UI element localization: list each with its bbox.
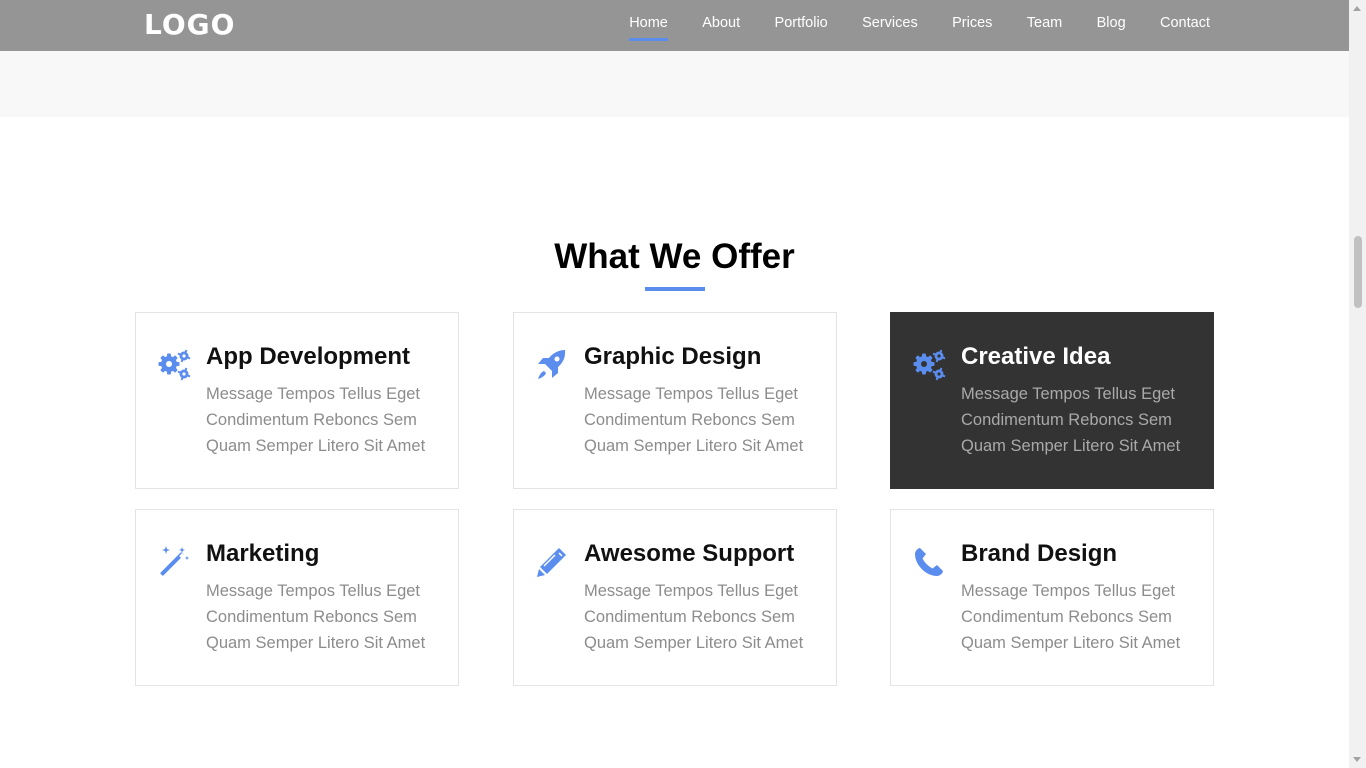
pencil-icon (534, 544, 570, 580)
service-card-app-development[interactable]: App Development Message Tempos Tellus Eg… (135, 312, 459, 489)
service-card-creative-idea[interactable]: Creative Idea Message Tempos Tellus Eget… (890, 312, 1214, 489)
card-title: Awesome Support (584, 540, 795, 567)
card-text: Message Tempos Tellus Eget Condimentum R… (206, 582, 426, 652)
card-title: Brand Design (961, 540, 1118, 567)
card-title: Creative Idea (961, 343, 1111, 370)
card-text: Message Tempos Tellus Eget Condimentum R… (961, 385, 1181, 455)
logo[interactable]: LOGO (144, 9, 235, 41)
scroll-thumb[interactable] (1354, 236, 1362, 308)
service-card-awesome-support[interactable]: Awesome Support Message Tempos Tellus Eg… (513, 509, 837, 686)
phone-icon (911, 544, 947, 580)
nav-portfolio[interactable]: Portfolio (757, 0, 845, 51)
gears-icon (156, 347, 192, 383)
navbar: LOGO Home About Portfolio Services Price… (0, 0, 1349, 51)
card-title: Graphic Design (584, 343, 762, 370)
vertical-scrollbar[interactable] (1349, 0, 1366, 768)
card-text: Message Tempos Tellus Eget Condimentum R… (206, 385, 426, 455)
card-title: App Development (206, 343, 411, 370)
card-text: Message Tempos Tellus Eget Condimentum R… (961, 582, 1181, 652)
main-nav: Home About Portfolio Services Prices Tea… (612, 0, 1227, 51)
service-card-marketing[interactable]: Marketing Message Tempos Tellus Eget Con… (135, 509, 459, 686)
gears-icon (911, 347, 947, 383)
magic-wand-icon (156, 544, 192, 580)
nav-services[interactable]: Services (845, 0, 935, 51)
nav-team[interactable]: Team (1010, 0, 1080, 51)
nav-prices[interactable]: Prices (935, 0, 1010, 51)
card-title: Marketing (206, 540, 320, 567)
service-card-brand-design[interactable]: Brand Design Message Tempos Tellus Eget … (890, 509, 1214, 686)
previous-section-band (0, 51, 1349, 117)
scroll-up-arrow-icon[interactable] (1353, 6, 1361, 11)
title-underline (645, 287, 705, 291)
nav-home[interactable]: Home (612, 0, 685, 51)
service-card-graphic-design[interactable]: Graphic Design Message Tempos Tellus Ege… (513, 312, 837, 489)
nav-about[interactable]: About (685, 0, 757, 51)
scroll-down-arrow-icon[interactable] (1353, 757, 1361, 762)
card-text: Message Tempos Tellus Eget Condimentum R… (584, 385, 804, 455)
rocket-icon (534, 347, 570, 383)
section-title: What We Offer (554, 237, 795, 276)
nav-contact[interactable]: Contact (1143, 0, 1227, 51)
nav-blog[interactable]: Blog (1079, 0, 1142, 51)
card-text: Message Tempos Tellus Eget Condimentum R… (584, 582, 804, 652)
